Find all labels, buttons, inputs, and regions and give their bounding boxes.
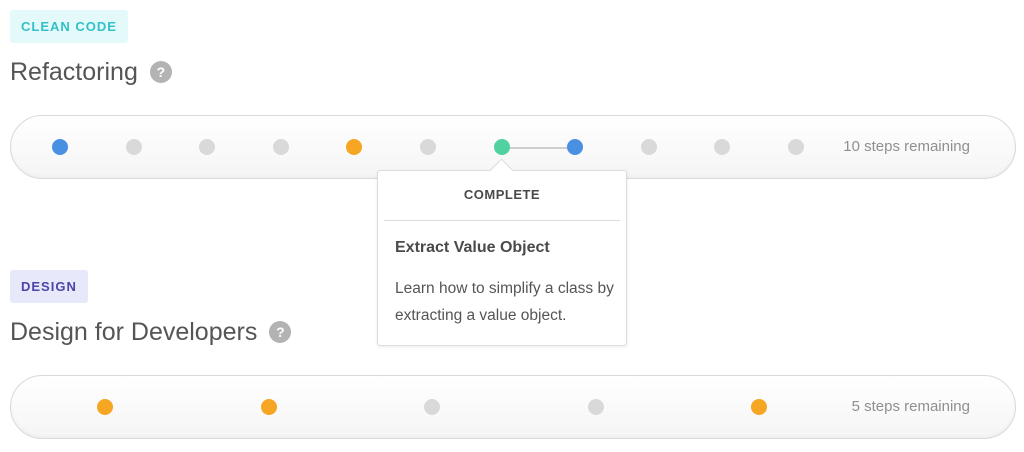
step-dot[interactable] <box>714 139 731 155</box>
course-title[interactable]: Refactoring ? <box>10 56 172 88</box>
step-dot[interactable] <box>97 399 113 415</box>
tooltip-status: COMPLETE <box>463 187 541 202</box>
step-dot[interactable] <box>788 139 804 155</box>
step-tooltip: COMPLETE Extract Value Object Learn how … <box>377 158 627 346</box>
step-track: 5 steps remaining <box>10 375 1016 439</box>
step-dot[interactable] <box>125 139 142 155</box>
step-dot[interactable] <box>52 139 68 155</box>
tooltip-title: Extract Value Object <box>395 239 550 256</box>
help-icon[interactable]: ? <box>269 321 292 343</box>
help-icon[interactable]: ? <box>149 61 172 83</box>
course-title-text: Refactoring <box>10 57 138 86</box>
step-dot[interactable] <box>567 139 584 155</box>
step-dot[interactable] <box>260 399 277 415</box>
step-dot[interactable] <box>272 139 289 155</box>
step-dot[interactable] <box>420 139 436 155</box>
course-title-text: Design for Developers <box>10 317 258 346</box>
step-dot[interactable] <box>424 399 440 415</box>
course-category-badge: DESIGN <box>10 270 88 303</box>
step-dot[interactable] <box>587 399 604 415</box>
course-title[interactable]: Design for Developers ? <box>10 316 292 348</box>
tooltip-description: Learn how to simplify a class by extract… <box>395 280 614 324</box>
step-dot[interactable] <box>346 139 363 155</box>
course-category-badge: CLEAN CODE <box>10 10 128 43</box>
steps-remaining-label: 5 steps remaining <box>851 398 970 415</box>
step-connector <box>502 147 576 149</box>
step-dot[interactable] <box>640 139 657 155</box>
tooltip-divider <box>384 220 620 221</box>
step-dot[interactable] <box>751 399 767 415</box>
step-dot[interactable] <box>199 139 216 155</box>
step-dot[interactable] <box>493 139 510 155</box>
steps-remaining-label: 10 steps remaining <box>843 138 970 155</box>
